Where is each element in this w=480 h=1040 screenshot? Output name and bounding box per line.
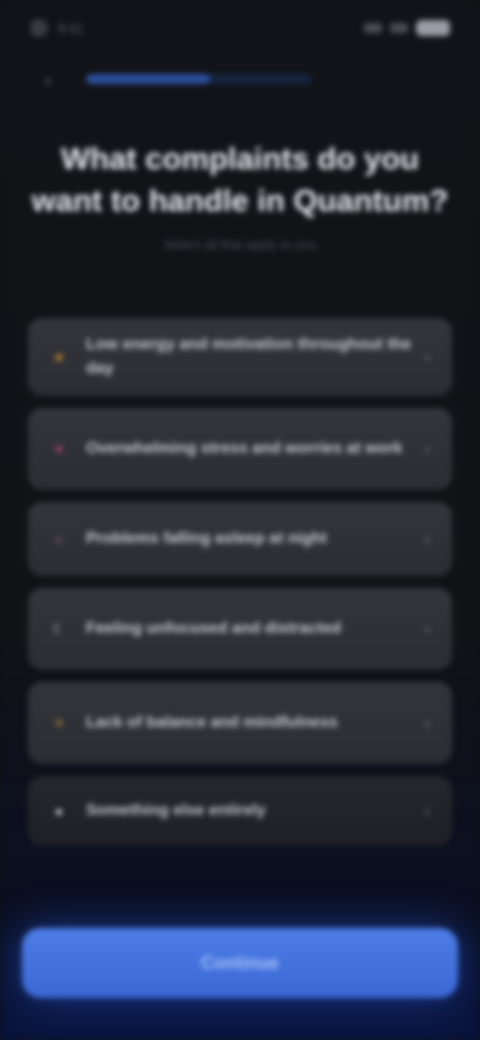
- option-label: Problems falling asleep at night: [86, 530, 327, 547]
- option-item[interactable]: ● Something else entirely ›: [28, 776, 452, 846]
- option-label: Something else entirely: [86, 802, 266, 819]
- option-item[interactable]: ● Problems falling asleep at night ›: [28, 502, 452, 576]
- option-item[interactable]: ☀ Lack of balance and mindfulness ›: [28, 682, 452, 764]
- continue-button[interactable]: Continue: [22, 928, 458, 998]
- sun-icon: ☀: [52, 714, 66, 731]
- chevron-right-icon: ›: [424, 528, 430, 549]
- chevron-right-icon: ›: [424, 438, 430, 459]
- heart-icon: ♥: [54, 441, 64, 457]
- chevron-left-icon: ‹: [44, 69, 52, 92]
- moon-icon: ☾: [52, 620, 66, 637]
- app-icon: [30, 19, 48, 37]
- status-right: [364, 20, 450, 36]
- options-list: ★ Low energy and motivation throughout th…: [28, 318, 452, 846]
- circle-icon: ●: [54, 531, 64, 547]
- progress-bar: [86, 74, 312, 84]
- status-left: 9:41: [30, 19, 83, 37]
- option-label: Overwhelming stress and worries at work: [86, 440, 403, 457]
- signal-icon: [364, 23, 382, 33]
- star-icon: ★: [52, 348, 66, 365]
- app-screen: 9:41 ‹ What complaints do you want to ha…: [0, 0, 480, 1040]
- wifi-icon: [390, 23, 408, 33]
- option-item[interactable]: ★ Low energy and motivation throughout th…: [28, 318, 452, 396]
- page-subtitle: Select all that apply to you: [164, 237, 316, 252]
- option-item[interactable]: ☾ Feeling unfocused and distracted ›: [28, 588, 452, 670]
- option-label: Feeling unfocused and distracted: [86, 620, 342, 637]
- option-label: Lack of balance and mindfulness: [86, 714, 338, 731]
- back-button[interactable]: ‹: [36, 66, 60, 96]
- status-time: 9:41: [58, 20, 84, 36]
- option-label: Low energy and motivation throughout the…: [86, 336, 412, 377]
- chevron-right-icon: ›: [424, 618, 430, 639]
- progress-fill: [86, 74, 211, 84]
- battery-icon: [416, 20, 450, 36]
- chevron-right-icon: ›: [424, 800, 430, 821]
- continue-button-glow: Continue: [22, 928, 458, 998]
- chevron-right-icon: ›: [424, 346, 430, 367]
- page-title: What complaints do you want to handle in…: [31, 141, 449, 218]
- dot-icon: ●: [54, 803, 64, 819]
- chevron-right-icon: ›: [424, 712, 430, 733]
- status-bar: 9:41: [30, 14, 450, 42]
- option-item[interactable]: ♥ Overwhelming stress and worries at work…: [28, 408, 452, 490]
